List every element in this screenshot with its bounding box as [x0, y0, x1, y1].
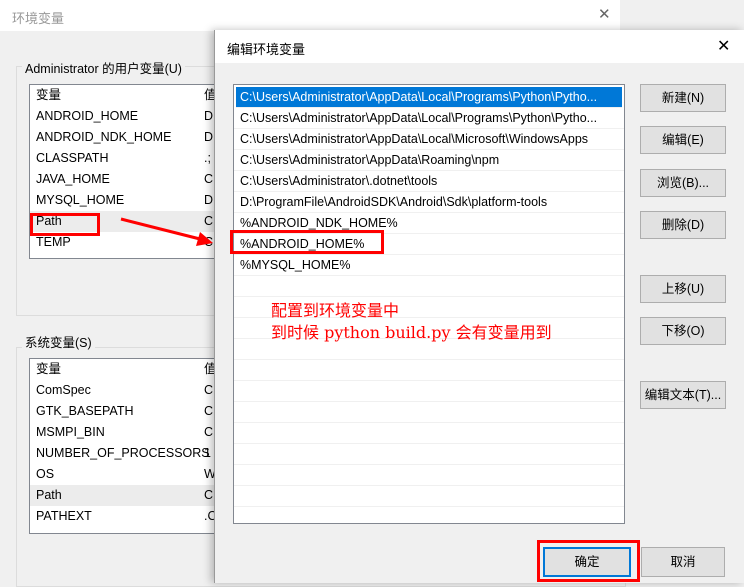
red-arrow: [120, 217, 213, 246]
